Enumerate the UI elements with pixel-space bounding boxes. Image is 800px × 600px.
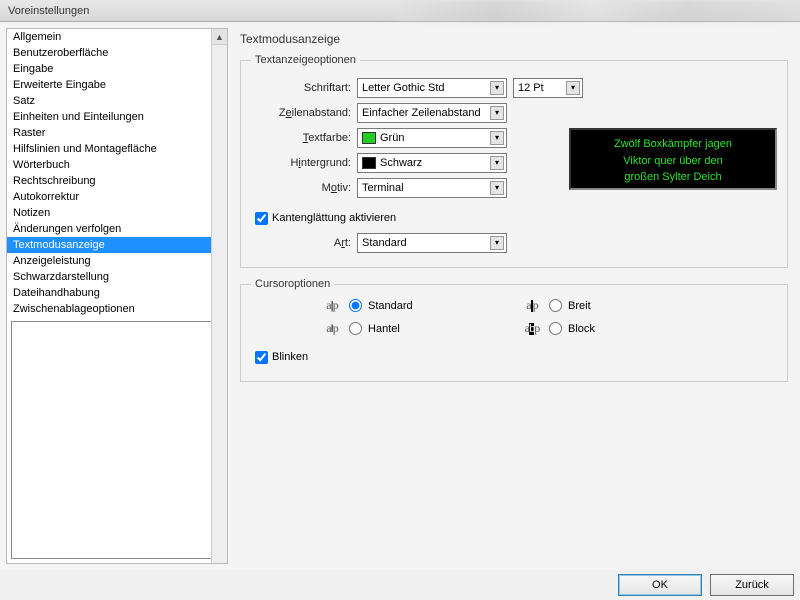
preview-line: Zwölf Boxkämpfer jagen	[575, 136, 771, 153]
textcolor-value: Grün	[380, 132, 404, 144]
sidebar-item-w-rterbuch[interactable]: Wörterbuch	[7, 157, 227, 173]
sidebar-item-raster[interactable]: Raster	[7, 125, 227, 141]
chevron-down-icon: ▾	[490, 81, 504, 95]
cursor-options-legend: Cursoroptionen	[251, 278, 334, 290]
cursor-options-group: Cursoroptionen a|p Standard aIp Breit aI…	[240, 278, 788, 382]
category-sidebar: AllgemeinBenutzeroberflächeEingabeErweit…	[6, 28, 228, 564]
sidebar-item-notizen[interactable]: Notizen	[7, 205, 227, 221]
display-options-legend: Textanzeigeoptionen	[251, 54, 360, 66]
sidebar-item-benutzeroberfl-che[interactable]: Benutzeroberfläche	[7, 45, 227, 61]
cursor-block-icon: abp	[521, 321, 543, 336]
titlebar-decor	[400, 0, 800, 22]
preview-line: großen Sylter Deich	[575, 169, 771, 186]
sidebar-item--nderungen-verfolgen[interactable]: Änderungen verfolgen	[7, 221, 227, 237]
sidebar-item-erweiterte-eingabe[interactable]: Erweiterte Eingabe	[7, 77, 227, 93]
chevron-down-icon: ▾	[490, 106, 504, 120]
motif-combo[interactable]: Terminal ▾	[357, 178, 507, 198]
chevron-down-icon: ▾	[490, 236, 504, 250]
spacing-combo[interactable]: Einfacher Zeilenabstand ▾	[357, 103, 507, 123]
bg-label: Hintergrund:	[251, 157, 351, 169]
art-value: Standard	[362, 237, 407, 249]
font-label: Schriftart:	[251, 82, 351, 94]
textcolor-combo[interactable]: Grün ▾	[357, 128, 507, 148]
cursor-standard-radio[interactable]	[349, 299, 362, 312]
sidebar-item-schwarzdarstellung[interactable]: Schwarzdarstellung	[7, 269, 227, 285]
bg-combo[interactable]: Schwarz ▾	[357, 153, 507, 173]
bg-value: Schwarz	[380, 157, 422, 169]
cursor-barbell-radio[interactable]	[349, 322, 362, 335]
motif-label: Motiv:	[251, 182, 351, 194]
sidebar-item-autokorrektur[interactable]: Autokorrektur	[7, 189, 227, 205]
cursor-barbell-icon: aIp	[321, 321, 343, 336]
window-title: Voreinstellungen	[8, 5, 89, 17]
cursor-block-radio[interactable]	[549, 322, 562, 335]
sidebar-item-zwischenablageoptionen[interactable]: Zwischenablageoptionen	[7, 301, 227, 317]
sidebar-item-allgemein[interactable]: Allgemein	[7, 29, 227, 45]
ok-button[interactable]: OK	[618, 574, 702, 596]
chevron-down-icon: ▾	[566, 81, 580, 95]
art-label: Art:	[251, 237, 351, 249]
cursor-wide-label: Breit	[568, 300, 591, 312]
chevron-down-icon: ▾	[490, 156, 504, 170]
cursor-wide-icon: aIp	[521, 298, 543, 313]
cursor-barbell-label: Hantel	[368, 323, 400, 335]
chevron-down-icon: ▾	[490, 131, 504, 145]
cursor-wide-radio[interactable]	[549, 299, 562, 312]
sidebar-item-hilfslinien-und-montagefl-che[interactable]: Hilfslinien und Montagefläche	[7, 141, 227, 157]
sidebar-item-satz[interactable]: Satz	[7, 93, 227, 109]
chevron-down-icon: ▾	[490, 181, 504, 195]
spacing-label: Zeilenabstand:	[251, 107, 351, 119]
cursor-standard-icon: a|p	[321, 298, 343, 313]
sidebar-item-einheiten-und-einteilungen[interactable]: Einheiten und Einteilungen	[7, 109, 227, 125]
display-options-group: Textanzeigeoptionen Schriftart: Letter G…	[240, 54, 788, 268]
sidebar-item-eingabe[interactable]: Eingabe	[7, 61, 227, 77]
textcolor-label: Textfarbe:	[251, 132, 351, 144]
motif-value: Terminal	[362, 182, 404, 194]
font-size-combo[interactable]: 12 Pt ▾	[513, 78, 583, 98]
sidebar-item-textmodusanzeige[interactable]: Textmodusanzeige	[7, 237, 227, 253]
cursor-standard-label: Standard	[368, 300, 413, 312]
spacing-value: Einfacher Zeilenabstand	[362, 107, 481, 119]
blink-checkbox[interactable]	[255, 351, 268, 364]
art-combo[interactable]: Standard ▾	[357, 233, 507, 253]
color-swatch-icon	[362, 132, 376, 144]
sidebar-item-anzeigeleistung[interactable]: Anzeigeleistung	[7, 253, 227, 269]
color-swatch-icon	[362, 157, 376, 169]
preview-box: Zwölf Boxkämpfer jagen Viktor quer über …	[569, 128, 777, 190]
antialias-label: Kantenglättung aktivieren	[272, 212, 396, 224]
scroll-up-icon[interactable]: ▲	[212, 29, 227, 45]
blink-label: Blinken	[272, 351, 308, 363]
preview-line: Viktor quer über den	[575, 153, 771, 170]
font-value: Letter Gothic Std	[362, 82, 445, 94]
font-combo[interactable]: Letter Gothic Std ▾	[357, 78, 507, 98]
back-button[interactable]: Zurück	[710, 574, 794, 596]
page-title: Textmodusanzeige	[240, 32, 788, 46]
sidebar-item-dateihandhabung[interactable]: Dateihandhabung	[7, 285, 227, 301]
font-size-value: 12 Pt	[518, 82, 544, 94]
sidebar-item-rechtschreibung[interactable]: Rechtschreibung	[7, 173, 227, 189]
cursor-block-label: Block	[568, 323, 595, 335]
sidebar-details-box	[11, 321, 223, 559]
antialias-checkbox[interactable]	[255, 212, 268, 225]
sidebar-scrollbar[interactable]: ▲	[211, 29, 227, 563]
